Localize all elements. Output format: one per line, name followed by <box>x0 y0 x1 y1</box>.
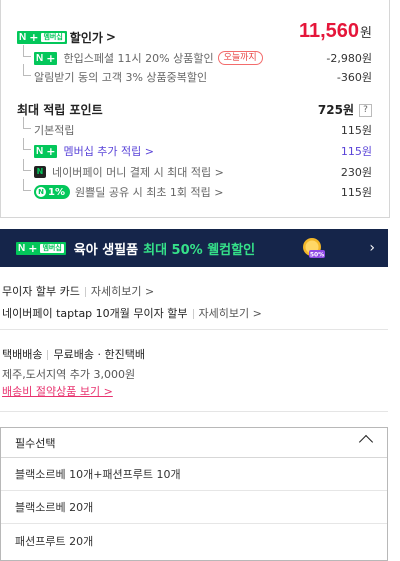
required-option-select[interactable]: 필수선택 블랙소르베 10개+패션프루트 10개 블랙소르베 20개 패션프루트… <box>0 427 388 561</box>
points-item-npay[interactable]: N 네이버페이 머니 결제 시 최대 적립 > 230원 <box>1 159 389 182</box>
card-installment-row: 무이자 할부 카드 자세히보기 > <box>2 285 155 298</box>
benefits-box: N + 멤버십 할인가 > 11,560원 N + 한입스페셜 11시 20% 상품할… <box>0 0 390 218</box>
option-item[interactable]: 블랙소르베 20개 <box>1 491 387 524</box>
divider <box>0 329 388 330</box>
points-item-membership[interactable]: N + 멤버십 추가 적립 > 115원 <box>1 138 389 161</box>
naver-plus-membership-badge: N + 멤버십 <box>17 30 67 44</box>
naver-pay-icon: N <box>34 166 46 178</box>
points-item: 기본적립 115원 <box>1 117 389 140</box>
tree-connector <box>23 45 31 57</box>
discount-item: 알림받기 동의 고객 3% 상품중복할인 -360원 <box>1 64 389 87</box>
details-link[interactable]: 자세히보기 > <box>199 307 262 320</box>
naver-plus-icon: N + <box>34 144 58 158</box>
option-item[interactable]: 패션프루트 20개 <box>1 524 387 557</box>
discount-price: 11,560원 <box>298 20 372 42</box>
svg-text:50%: 50% <box>310 252 324 259</box>
today-only-badge: 오늘까지 <box>217 51 263 65</box>
delivery-row: 택배배송 무료배송 · 한진택배 <box>2 348 145 361</box>
delivery-extra: 제주,도서지역 추가 3,000원 <box>2 368 136 381</box>
chevron-up-icon <box>358 434 374 450</box>
npay-points-link[interactable]: 네이버페이 머니 결제 시 최대 적립 > <box>52 164 224 180</box>
chevron-right-icon: > <box>105 30 116 44</box>
select-header[interactable]: 필수선택 <box>1 428 387 458</box>
option-item[interactable]: 블랙소르베 10개+패션프루트 10개 <box>1 458 387 491</box>
promo-banner[interactable]: N + 멤버십 육아 생필품 최대 50% 웰컴할인 50% › <box>0 229 388 267</box>
coin-icon: 50% <box>303 238 325 259</box>
max-points-total: 725원? <box>318 101 372 118</box>
points-item-share[interactable]: N 1% 원쁠딜 공유 시 최초 1회 적립 > 115원 <box>1 179 389 202</box>
details-link[interactable]: 자세히보기 > <box>91 285 154 298</box>
discount-item: N + 한입스페셜 11시 20% 상품할인 오늘까지 -2,980원 <box>1 45 389 68</box>
naver-plus-icon: N + <box>34 51 58 65</box>
naver-plus-membership-badge: N + 멤버십 <box>16 241 66 255</box>
shipping-saving-link[interactable]: 배송비 절약상품 보기 > <box>2 383 113 399</box>
membership-points-link[interactable]: 멤버십 추가 적립 > <box>63 143 154 159</box>
discount-label: 할인가 <box>69 30 103 45</box>
one-percent-badge: N 1% <box>34 185 70 199</box>
help-icon[interactable]: ? <box>359 104 372 117</box>
share-points-link[interactable]: 원쁠딜 공유 시 최초 1회 적립 > <box>75 184 224 200</box>
taptap-installment-row: 네이버페이 taptap 10개월 무이자 할부 자세히보기 > <box>2 307 262 320</box>
tree-connector <box>23 64 31 76</box>
divider <box>0 411 388 412</box>
chevron-right-icon: › <box>369 240 375 256</box>
